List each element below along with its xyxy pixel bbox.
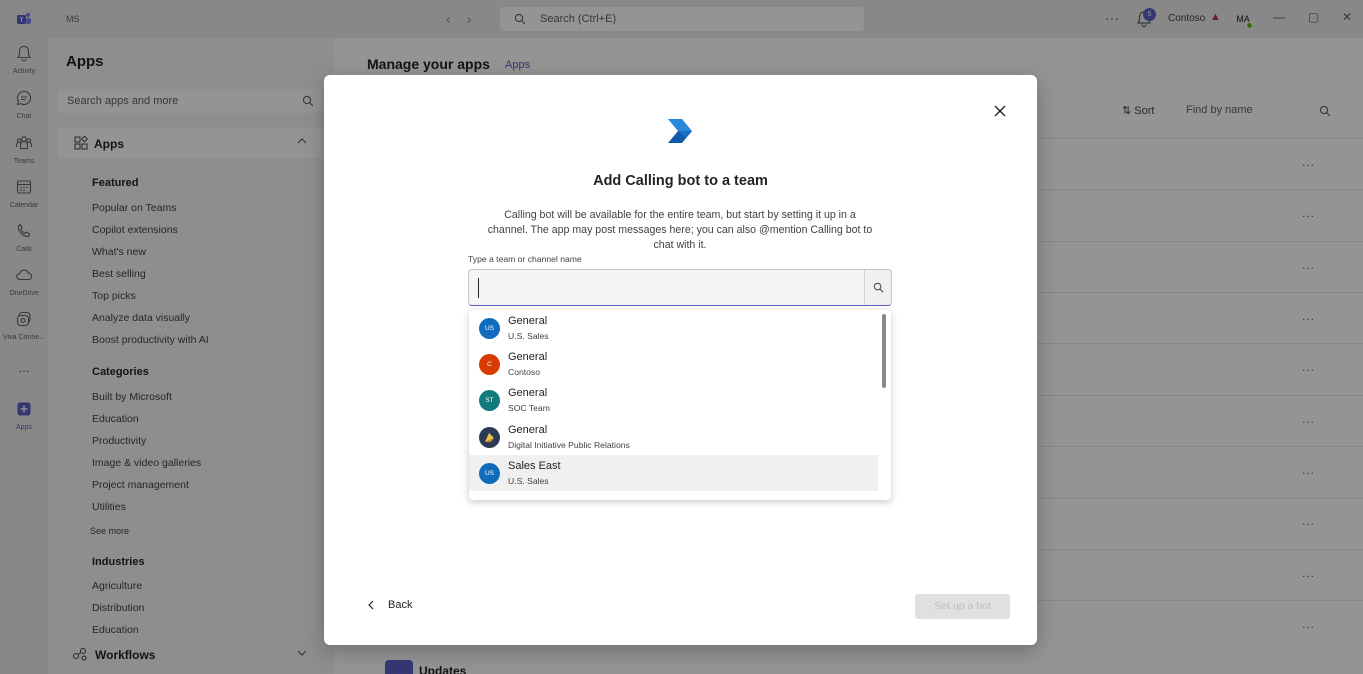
team-avatar: ST bbox=[479, 390, 500, 411]
close-icon[interactable] bbox=[992, 103, 1008, 119]
set-up-bot-button[interactable]: Set up a bot bbox=[915, 594, 1010, 619]
add-bot-dialog: Add Calling bot to a team Calling bot wi… bbox=[324, 75, 1037, 645]
channel-option[interactable]: ST General SOC Team bbox=[469, 382, 878, 418]
channel-option[interactable]: US Sales East U.S. Sales bbox=[469, 455, 878, 491]
team-channel-combobox[interactable] bbox=[468, 269, 892, 306]
team-name: U.S. Sales bbox=[508, 476, 549, 486]
team-name: U.S. Sales bbox=[508, 331, 549, 341]
dialog-title: Add Calling bot to a team bbox=[593, 173, 768, 189]
team-avatar bbox=[479, 427, 500, 448]
chevron-left-icon bbox=[368, 600, 374, 610]
channel-option[interactable]: General Digital Initiative Public Relati… bbox=[469, 419, 878, 455]
channel-name: General bbox=[508, 424, 548, 436]
back-button[interactable]: Back bbox=[366, 599, 412, 611]
channel-option[interactable]: US General U.S. Sales bbox=[469, 310, 878, 346]
team-image-icon bbox=[485, 433, 494, 442]
team-avatar: C bbox=[479, 354, 500, 375]
team-name: Digital Initiative Public Relations bbox=[508, 440, 630, 450]
team-name: Contoso bbox=[508, 367, 541, 377]
search-icon bbox=[873, 282, 884, 293]
channel-name: General bbox=[508, 387, 548, 399]
listbox-scrollbar[interactable] bbox=[882, 314, 886, 388]
team-search-button[interactable] bbox=[864, 270, 891, 305]
back-label: Back bbox=[388, 599, 413, 611]
team-avatar: US bbox=[479, 463, 500, 484]
team-avatar: US bbox=[479, 318, 500, 339]
calling-bot-logo-icon bbox=[668, 119, 692, 143]
team-channel-listbox: US General U.S. Sales C General Contoso … bbox=[469, 310, 891, 500]
channel-name: General bbox=[508, 315, 548, 327]
channel-name: Sales East bbox=[508, 460, 561, 472]
team-channel-input[interactable] bbox=[478, 278, 858, 298]
team-channel-label: Type a team or channel name bbox=[468, 254, 582, 264]
team-name: SOC Team bbox=[508, 403, 550, 413]
dialog-description: Calling bot will be available for the en… bbox=[487, 209, 873, 251]
channel-name: General bbox=[508, 351, 548, 363]
channel-option[interactable]: C General Contoso bbox=[469, 346, 878, 382]
